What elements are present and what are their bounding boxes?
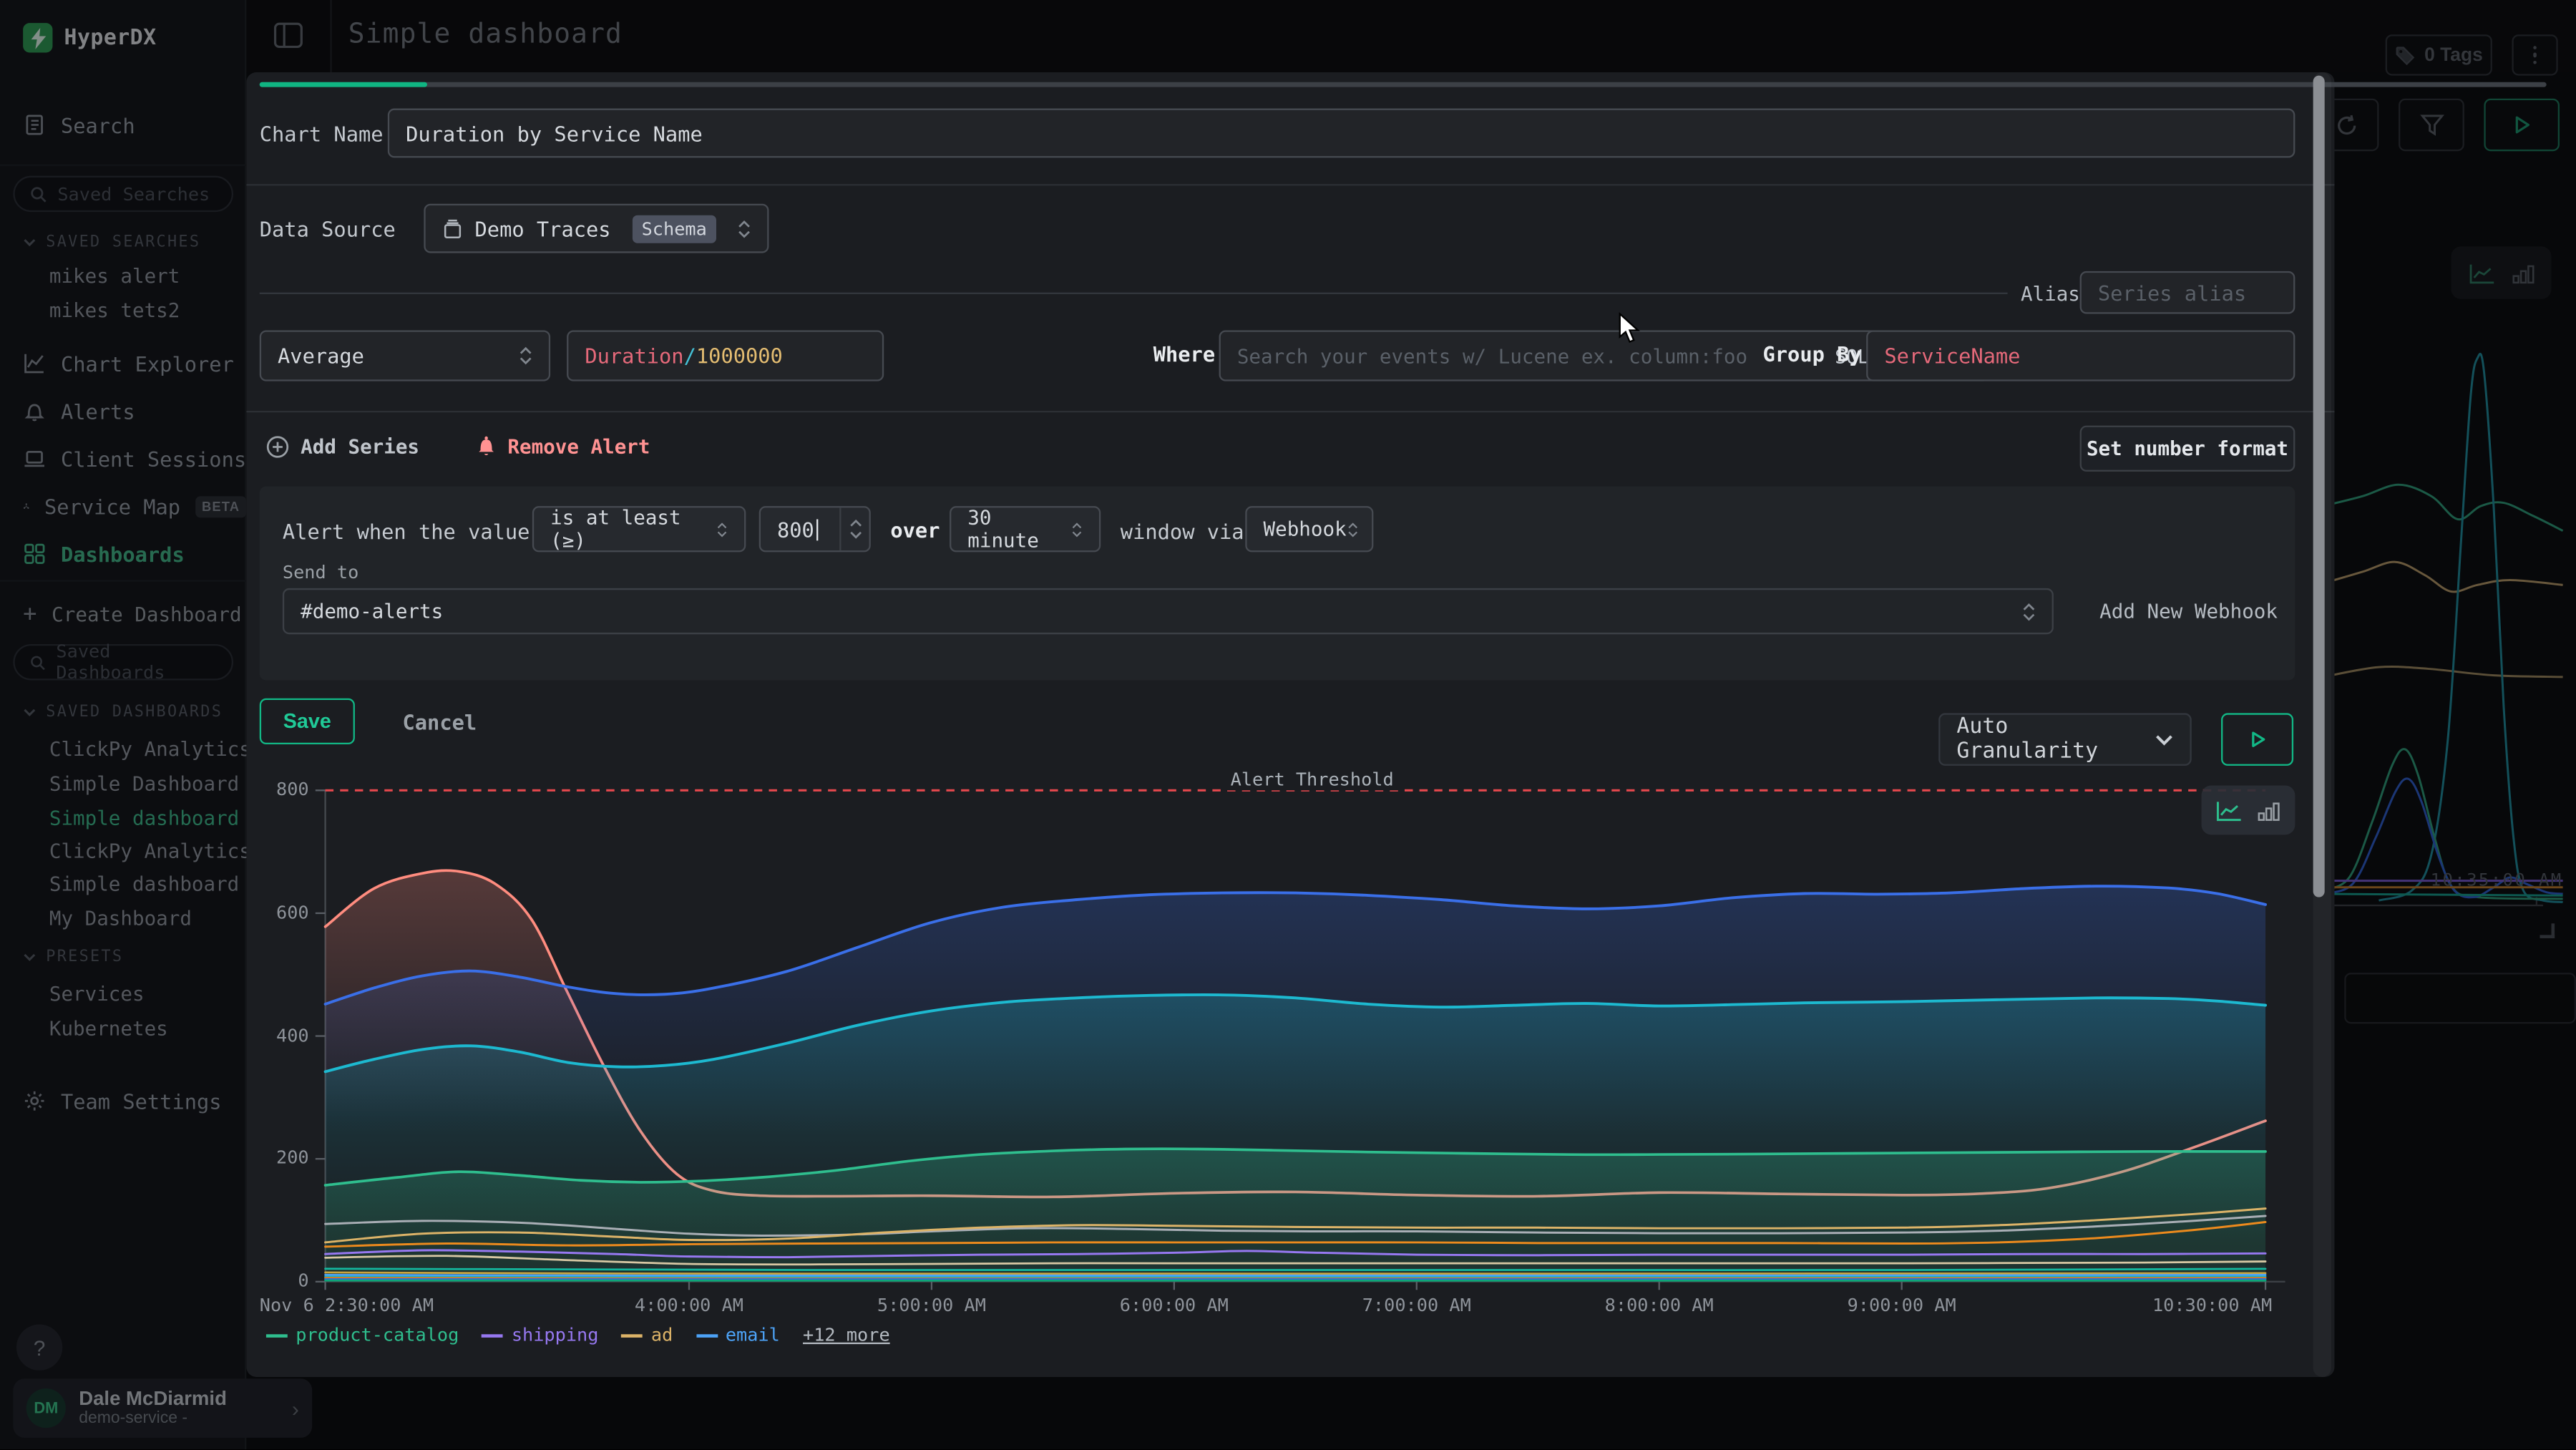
alert-threshold-input[interactable]: 800 (759, 506, 871, 552)
y-tick-label: 800 (246, 779, 308, 800)
play-icon (2248, 729, 2268, 749)
bell-icon (477, 435, 497, 458)
y-tick-label: 0 (246, 1270, 308, 1292)
legend-item-product-catalog[interactable]: product-catalog (266, 1324, 459, 1346)
number-stepper[interactable] (839, 507, 862, 550)
y-tick-label: 600 (246, 902, 308, 923)
group-by-input[interactable]: ServiceName (1866, 330, 2295, 381)
legend-dash (266, 1333, 288, 1337)
save-button[interactable]: Save (260, 699, 355, 744)
legend-label: email (726, 1324, 780, 1346)
chevron-down-icon (2156, 734, 2173, 745)
alert-channel-select[interactable]: Webhook (1245, 506, 1373, 552)
schema-badge: Schema (632, 215, 717, 243)
aggregation-select[interactable]: Average (260, 330, 550, 381)
progress-fill (260, 82, 427, 87)
expression-input[interactable]: Duration/1000000 (567, 330, 884, 381)
legend-item-email[interactable]: email (696, 1324, 779, 1346)
chart-legend: product-catalog shipping ad email +12 more (266, 1324, 890, 1346)
legend-dash (482, 1333, 503, 1337)
alert-threshold-label: Alert Threshold (1224, 769, 1400, 790)
mouse-cursor (1618, 312, 1644, 345)
divider (246, 184, 2334, 185)
group-by-value: ServiceName (1884, 344, 2020, 368)
over-label: over (890, 517, 940, 542)
alert-config-panel: Alert when the value is at least (≥) 800… (260, 487, 2296, 681)
x-tick-label: 9:00:00 AM (1833, 1295, 1971, 1316)
send-to-label: Send to (283, 562, 358, 583)
alert-condition-select[interactable]: is at least (≥) (532, 506, 746, 552)
remove-alert-button[interactable]: Remove Alert (477, 435, 650, 458)
select-chevrons-icon (1071, 522, 1083, 537)
x-tick-label: Nov 6 2:30:00 AM (260, 1295, 434, 1316)
x-tick-label: 6:00:00 AM (1105, 1295, 1243, 1316)
chart-name-input[interactable] (388, 109, 2296, 158)
edit-chart-modal: Chart Name Data Source Demo Traces Schem… (246, 72, 2334, 1377)
legend-item-shipping[interactable]: shipping (482, 1324, 598, 1346)
x-tick-label: 10:30:00 AM (2137, 1295, 2272, 1316)
legend-dash (696, 1333, 717, 1337)
select-chevrons-icon (1347, 522, 1358, 537)
run-chart-button[interactable] (2221, 713, 2293, 765)
y-tick-label: 400 (246, 1024, 308, 1046)
data-source-select[interactable]: Demo Traces Schema (424, 204, 769, 253)
chart-type-toggle[interactable] (2202, 785, 2296, 835)
divider (246, 411, 2334, 412)
y-tick-label: 200 (246, 1147, 308, 1169)
database-icon (442, 218, 464, 239)
alert-prefix-label: Alert when the value (283, 520, 530, 544)
legend-item-ad[interactable]: ad (622, 1324, 673, 1346)
progress-track (260, 82, 2547, 87)
x-tick-label: 8:00:00 AM (1590, 1295, 1728, 1316)
webhook-select[interactable]: #demo-alerts (283, 588, 2054, 634)
where-label: Where (1153, 342, 1215, 366)
chart-name-label: Chart Name (260, 122, 384, 146)
legend-label: shipping (512, 1324, 599, 1346)
text-cursor (816, 518, 817, 540)
legend-dash (622, 1333, 643, 1337)
alias-input[interactable] (2080, 271, 2296, 314)
group-by-label: Group By (1763, 342, 1862, 366)
series-divider (260, 293, 2008, 294)
plus-circle-icon (266, 435, 289, 458)
legend-label: ad (651, 1324, 673, 1346)
select-chevrons-icon (716, 522, 728, 537)
x-tick-label: 4:00:00 AM (620, 1295, 758, 1316)
select-chevrons-icon (2022, 602, 2035, 620)
modal-scrollbar[interactable] (2313, 72, 2331, 1377)
legend-label: product-catalog (296, 1324, 459, 1346)
expression-operator: / (684, 344, 696, 368)
legend-more-link[interactable]: +12 more (803, 1324, 890, 1346)
scrollbar-thumb[interactable] (2313, 76, 2325, 897)
cancel-button[interactable]: Cancel (402, 710, 477, 734)
add-series-button[interactable]: Add Series (266, 435, 419, 458)
screen: HyperDX Search Saved Searches SAVED SEAR… (0, 0, 2576, 1449)
alert-window-select[interactable]: 30 minute (950, 506, 1101, 552)
bar-chart-icon (2258, 799, 2280, 821)
select-chevrons-icon (738, 220, 751, 238)
x-tick-label: 5:00:00 AM (862, 1295, 1000, 1316)
add-new-webhook-link[interactable]: Add New Webhook (2099, 600, 2278, 623)
data-source-label: Data Source (260, 217, 396, 241)
duration-chart (246, 762, 2313, 1377)
expression-field: Duration (585, 344, 683, 368)
data-source-value: Demo Traces (475, 216, 611, 240)
set-number-format-button[interactable]: Set number format (2080, 426, 2296, 472)
line-chart-icon (2216, 799, 2243, 821)
expression-value: 1000000 (696, 344, 783, 368)
x-tick-label: 7:00:00 AM (1347, 1295, 1485, 1316)
granularity-select[interactable]: Auto Granularity (1938, 713, 2192, 765)
select-chevrons-icon (519, 346, 532, 364)
alias-label: Alias (2021, 283, 2080, 306)
window-via-label: window via (1121, 520, 1244, 544)
